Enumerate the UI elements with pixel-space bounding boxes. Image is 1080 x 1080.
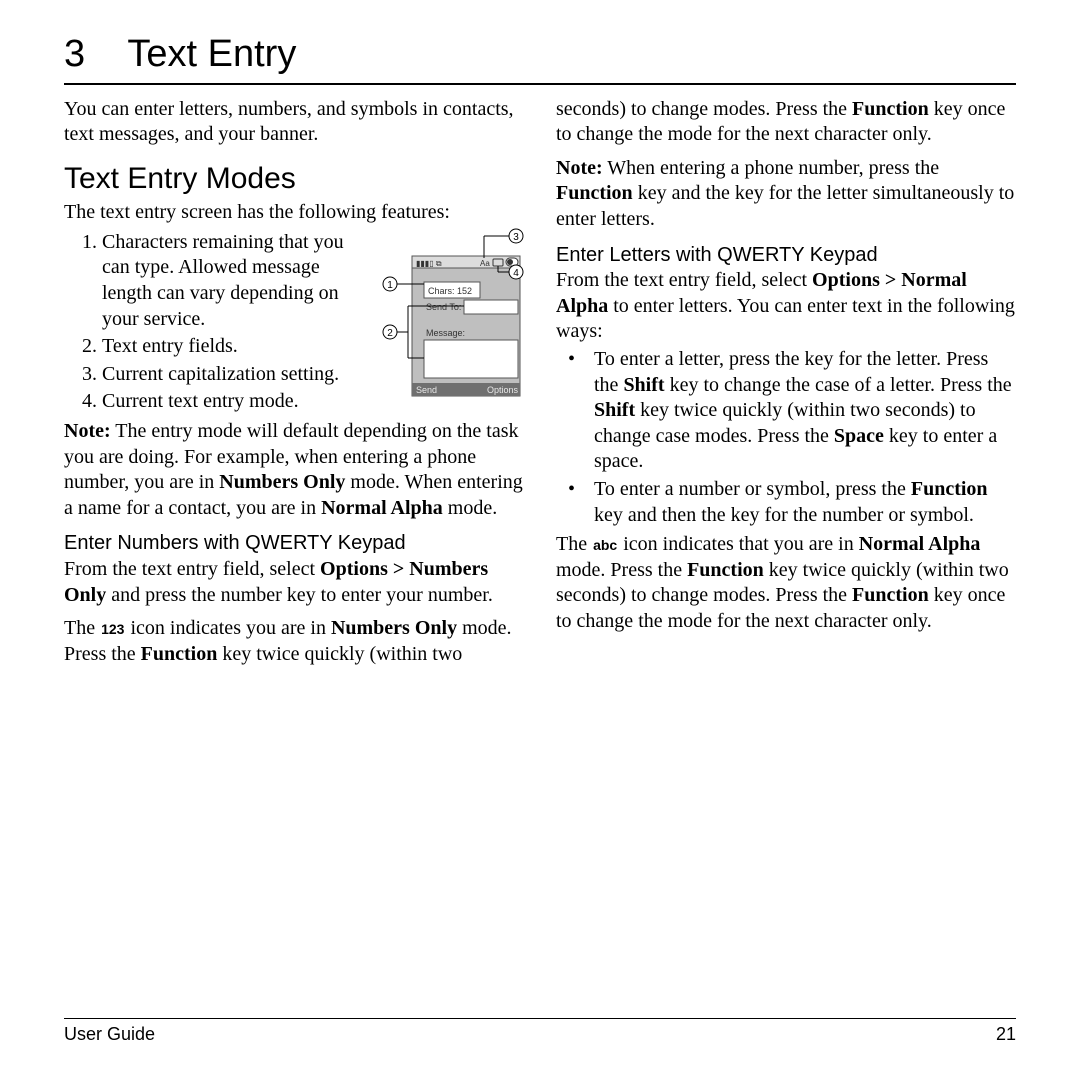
phone-screen-figure: Chars: 152 Send To: Message: Send Option… xyxy=(378,228,524,404)
enter-letters-paragraph: From the text entry field, select Option… xyxy=(556,268,1016,345)
enter-numbers-paragraph: From the text entry field, select Option… xyxy=(64,557,524,608)
section-lead: The text entry screen has the following … xyxy=(64,200,524,226)
two-column-body: You can enter letters, numbers, and symb… xyxy=(64,97,1016,668)
letters-ways-list: To enter a letter, press the key for the… xyxy=(556,347,1016,528)
footer-rule xyxy=(64,1018,1016,1019)
svg-text:Send To:: Send To: xyxy=(426,302,461,312)
normal-alpha-mode-icon: abc xyxy=(592,538,618,552)
svg-text:4: 4 xyxy=(513,268,519,279)
list-item: To enter a letter, press the key for the… xyxy=(556,347,1016,475)
svg-text:3: 3 xyxy=(513,232,519,243)
svg-text:Options: Options xyxy=(487,385,519,395)
svg-text:Send: Send xyxy=(416,385,437,395)
footer-left: User Guide xyxy=(64,1023,155,1046)
letters-icon-paragraph: The abc icon indicates that you are in N… xyxy=(556,532,1016,634)
svg-text:▮▮▮▯ ⧉: ▮▮▮▯ ⧉ xyxy=(416,259,442,268)
svg-text:2: 2 xyxy=(387,328,393,339)
chapter-title: 3 Text Entry xyxy=(64,30,1016,79)
svg-text:Aa: Aa xyxy=(480,259,490,268)
note-default-mode: Note: The entry mode will default depend… xyxy=(64,419,524,521)
phone-screen-svg: Chars: 152 Send To: Message: Send Option… xyxy=(378,228,524,404)
page-footer: User Guide 21 xyxy=(64,1018,1016,1046)
svg-text:1: 1 xyxy=(387,280,393,291)
section-heading-text-entry-modes: Text Entry Modes xyxy=(64,160,524,198)
numbers-mode-icon: 123 xyxy=(100,622,125,636)
svg-text:Chars: 152: Chars: 152 xyxy=(428,286,472,296)
note-phone-number: Note: When entering a phone number, pres… xyxy=(556,156,1016,233)
subsection-enter-numbers: Enter Numbers with QWERTY Keypad xyxy=(64,531,524,557)
subsection-enter-letters: Enter Letters with QWERTY Keypad xyxy=(556,243,1016,269)
svg-text:Message:: Message: xyxy=(426,328,465,338)
page-number: 21 xyxy=(996,1023,1016,1046)
list-item: To enter a number or symbol, press the F… xyxy=(556,477,1016,528)
horizontal-rule xyxy=(64,83,1016,85)
intro-paragraph: You can enter letters, numbers, and symb… xyxy=(64,97,524,148)
